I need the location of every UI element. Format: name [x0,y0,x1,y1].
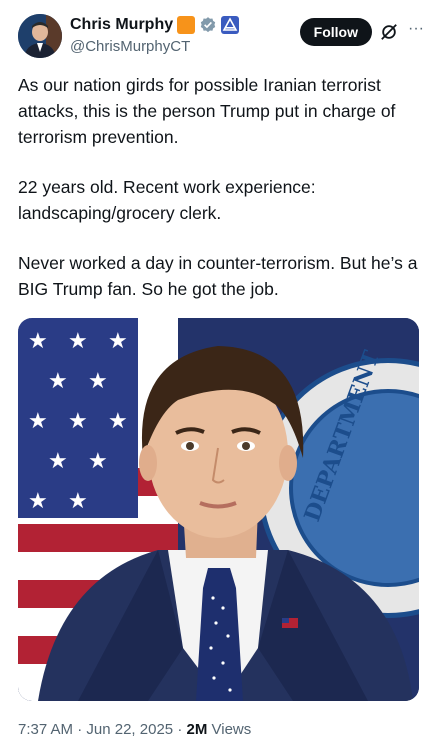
svg-text:★: ★ [68,489,88,514]
author-avatar[interactable] [18,14,62,58]
svg-text:★: ★ [28,489,48,514]
more-options-icon[interactable]: ··· [406,21,426,42]
tweet-time[interactable]: 7:37 AM [18,721,73,738]
tweet-paragraph-3: Never worked a day in counter-terrorism.… [18,253,418,299]
author-handle[interactable]: @ChrisMurphyCT [70,38,190,55]
svg-text:★: ★ [68,409,88,434]
svg-text:★: ★ [108,409,128,434]
separator-dot: · [77,721,83,738]
name-row: Chris Murphy [70,16,240,34]
svg-text:★: ★ [88,369,108,394]
verified-badge-icon[interactable] [199,16,217,34]
views-label: Views [211,721,252,738]
follow-button[interactable]: Follow [299,18,372,46]
views-count: 2M [186,721,208,738]
svg-text:★: ★ [68,329,88,354]
tweet-text: As our nation girds for possible Iranian… [18,72,428,326]
svg-text:★: ★ [28,329,48,354]
tweet-footer: 7:37 AM · Jun 22, 2025 · 2M Views [18,721,251,738]
tweet-header: Chris Murphy @ChrisMurphyCT Follow ··· [18,14,428,62]
svg-text:★: ★ [88,449,108,474]
svg-text:★: ★ [48,369,68,394]
separator-dot: · [177,721,183,738]
svg-text:★: ★ [108,329,128,354]
government-badge-icon[interactable] [221,16,240,34]
display-name[interactable]: Chris Murphy [70,16,173,34]
tweet-paragraph-2: 22 years old. Recent work experience: la… [18,177,316,223]
tweet-paragraph-1: As our nation girds for possible Iranian… [18,75,396,147]
grok-icon[interactable] [380,23,398,41]
orange-square-icon [177,16,196,34]
tweet-media-photo[interactable]: ★ ★ ★ ★ ★ ★ ★ ★ ★ ★ ★ ★ DEPARTMENT [18,318,419,701]
tweet-date[interactable]: Jun 22, 2025 [86,721,173,738]
svg-text:★: ★ [28,409,48,434]
svg-text:★: ★ [48,449,68,474]
